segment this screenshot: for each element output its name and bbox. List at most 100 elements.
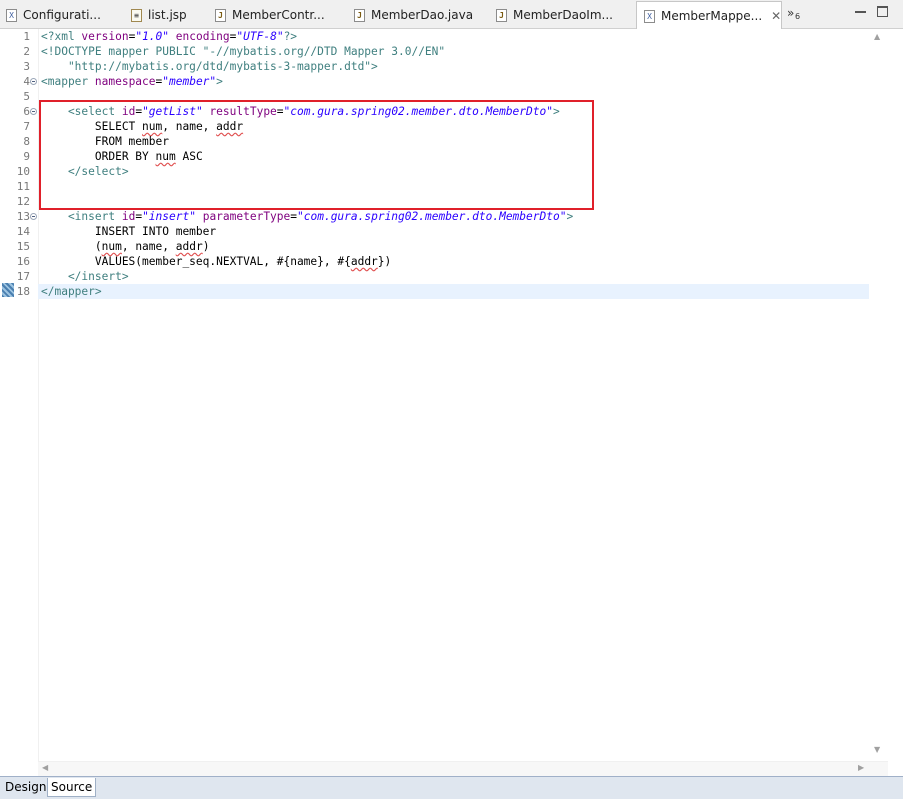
line-number: 7	[23, 120, 30, 133]
attr-name: encoding	[175, 30, 230, 43]
xml-file-icon: X	[644, 9, 655, 23]
line-number: 18	[16, 285, 30, 298]
tab-member-controller[interactable]: J MemberContr...	[215, 2, 343, 28]
tag-end: </mapper>	[41, 285, 102, 298]
current-code-line: </mapper>	[38, 284, 869, 299]
source-editor[interactable]: 1 2 3 4 5 6 7 8 9 10 11 12 13 14 15 16 1…	[0, 29, 903, 776]
java-file-icon: J	[215, 8, 226, 22]
fold-collapse-icon[interactable]	[30, 108, 37, 115]
maximize-icon[interactable]	[877, 6, 888, 17]
sql-text: , name,	[121, 240, 176, 253]
tag-close: >	[566, 210, 574, 223]
equals: =	[290, 210, 298, 223]
spell-warning-word: addr	[350, 255, 378, 268]
line-number: 6	[23, 105, 30, 118]
xml-decl-open: <?xml	[41, 30, 82, 43]
tab-overflow-count: 6	[795, 12, 801, 21]
attr-value: "UTF-8"	[236, 30, 284, 43]
spell-warning-word: num	[101, 240, 122, 253]
tab-design[interactable]: Design	[2, 778, 49, 797]
tag-close: >	[216, 75, 223, 88]
fold-collapse-icon[interactable]	[30, 78, 37, 85]
attr-name: version	[81, 30, 129, 43]
tab-member-dao[interactable]: J MemberDao.java	[354, 2, 484, 28]
line-number: 16	[16, 255, 30, 268]
tab-label: Configurati...	[23, 8, 101, 22]
code-line: INSERT INTO member	[41, 224, 869, 239]
line-number: 14	[16, 225, 30, 238]
sql-text: )	[202, 240, 210, 253]
doctype-public-id: "-//mybatis.org//DTD Mapper 3.0//EN"	[202, 45, 446, 58]
editor-mode-tabs: Design Source	[0, 776, 903, 799]
tab-label: list.jsp	[148, 8, 187, 22]
fold-collapse-icon[interactable]	[30, 213, 37, 220]
tab-label: MemberMappe...	[661, 9, 763, 23]
sql-text: })	[377, 255, 392, 268]
tag-open: <insert	[41, 210, 122, 223]
tab-member-mapper[interactable]: X MemberMappe... ✕	[636, 1, 782, 30]
attr-name: id	[121, 210, 136, 223]
code-line: (num, name, addr)	[41, 239, 869, 254]
code-line: "http://mybatis.org/dtd/mybatis-3-mapper…	[41, 59, 869, 74]
line-number: 3	[23, 60, 30, 73]
line-number: 15	[16, 240, 30, 253]
line-number: 5	[23, 90, 30, 103]
line-number: 1	[23, 30, 30, 43]
sql-text: VALUES(member_seq.NEXTVAL, #{name}, #{	[41, 255, 351, 268]
tab-member-dao-impl[interactable]: J MemberDaoIm...	[496, 2, 626, 28]
scroll-up-arrow-icon[interactable]: ▲	[874, 32, 880, 41]
editor-tab-bar: X Configurati... ≡ list.jsp J MemberCont…	[0, 0, 903, 30]
line-number: 8	[23, 135, 30, 148]
tab-configuration[interactable]: X Configurati...	[6, 2, 126, 28]
java-file-icon: J	[354, 8, 365, 22]
vertical-scrollbar[interactable]: ▲ ▼	[869, 29, 887, 761]
line-number: 4	[23, 75, 30, 88]
code-line: VALUES(member_seq.NEXTVAL, #{name}, #{ad…	[41, 254, 869, 269]
code-line: </insert>	[41, 269, 869, 284]
attr-value: "com.gura.spring02.member.dto.MemberDto"	[297, 210, 567, 223]
tab-label: MemberDao.java	[371, 8, 474, 22]
attr-value: "insert"	[142, 210, 196, 223]
line-number: 13	[16, 210, 30, 223]
attr-value: "1.0"	[135, 30, 170, 43]
java-file-icon: J	[496, 8, 507, 22]
code-line: <insert id="insert" parameterType="com.g…	[41, 209, 869, 224]
line-number: 11	[16, 180, 30, 193]
code-line: <!DOCTYPE mapper PUBLIC "-//mybatis.org/…	[41, 44, 869, 59]
jsp-file-icon: ≡	[131, 8, 142, 22]
scroll-left-arrow-icon[interactable]: ◀	[42, 763, 48, 772]
sql-text: (	[41, 240, 102, 253]
horizontal-scrollbar[interactable]: ◀ ▶	[38, 761, 888, 777]
sql-text: INSERT INTO member	[41, 225, 217, 238]
line-number: 9	[23, 150, 30, 163]
minimize-icon[interactable]	[855, 6, 866, 17]
tab-label: MemberDaoIm...	[513, 8, 613, 22]
xml-file-icon: X	[6, 8, 17, 22]
tab-label: MemberContr...	[232, 8, 325, 22]
red-highlight-box	[39, 100, 594, 210]
tab-overflow-chevron-icon[interactable]: »	[787, 6, 794, 20]
line-number-gutter: 1 2 3 4 5 6 7 8 9 10 11 12 13 14 15 16 1…	[0, 29, 39, 776]
attr-name: namespace	[94, 75, 156, 88]
xml-decl-close: ?>	[283, 30, 298, 43]
attr-value: "member"	[162, 75, 217, 88]
scroll-right-arrow-icon[interactable]: ▶	[858, 763, 864, 772]
attr-name: parameterType	[202, 210, 291, 223]
spell-warning-word: addr	[175, 240, 203, 253]
line-number: 17	[16, 270, 30, 283]
close-tab-icon[interactable]: ✕	[771, 9, 781, 23]
tag-open: <mapper	[41, 75, 95, 88]
line-number: 12	[16, 195, 30, 208]
code-line: <mapper namespace="member">	[41, 74, 869, 89]
doctype-system-id: "http://mybatis.org/dtd/mybatis-3-mapper…	[41, 60, 378, 73]
scroll-down-arrow-icon[interactable]: ▼	[874, 745, 880, 754]
tag-end: </insert>	[41, 270, 129, 283]
line-number: 2	[23, 45, 30, 58]
doctype: <!DOCTYPE mapper PUBLIC	[41, 45, 203, 58]
tab-source[interactable]: Source	[47, 778, 97, 797]
tab-list-jsp[interactable]: ≡ list.jsp	[131, 2, 211, 28]
code-line: <?xml version="1.0" encoding="UTF-8"?>	[41, 29, 869, 44]
line-number: 10	[16, 165, 30, 178]
